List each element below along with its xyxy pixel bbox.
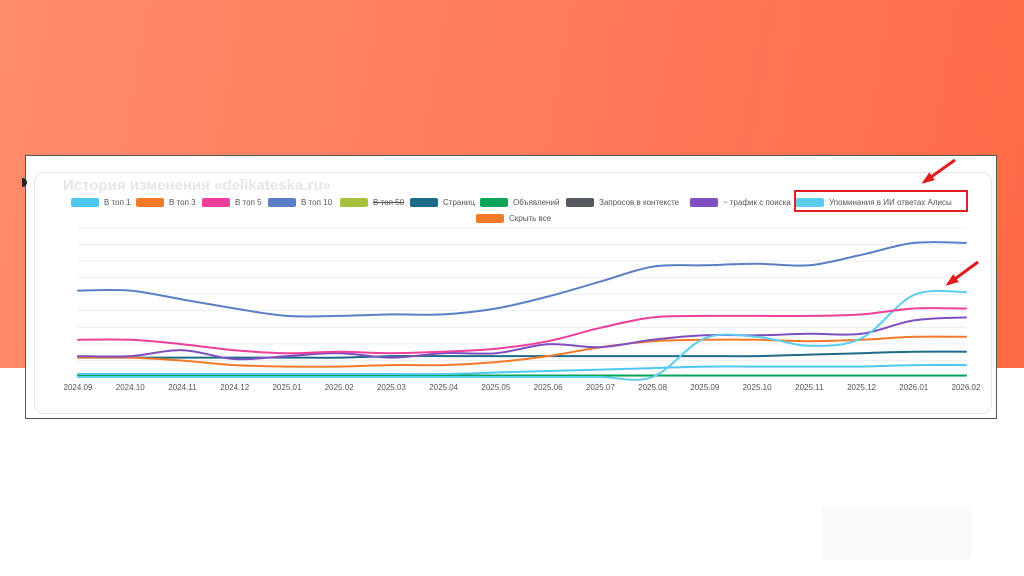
x-tick-label: 2025.02 <box>325 383 354 392</box>
x-tick-label: 2025.05 <box>481 383 510 392</box>
x-tick-label: 2026.01 <box>899 383 928 392</box>
series-line <box>77 241 967 318</box>
x-tick-label: 2025.10 <box>743 383 772 392</box>
x-tick-label: 2025.01 <box>272 383 301 392</box>
x-tick-label: 2025.11 <box>795 383 824 392</box>
line-chart: 2024.09 2024.10 2024.11 2024.12 2025.01 2025.… <box>64 158 981 392</box>
x-tick-label: 2025.03 <box>377 383 406 392</box>
x-tick-label: 2024.12 <box>220 383 249 392</box>
x-tick-label: 2025.07 <box>586 383 615 392</box>
x-tick-label: 2024.10 <box>116 383 145 392</box>
x-tick-label: 2024.09 <box>64 383 93 392</box>
series-line <box>77 335 967 368</box>
x-tick-label: 2026.02 <box>952 383 981 392</box>
x-tick-label: 2025.04 <box>429 383 458 392</box>
x-tick-label: 2025.08 <box>638 383 667 392</box>
x-tick-label: 2024.11 <box>168 383 197 392</box>
x-tick-label: 2025.06 <box>534 383 563 392</box>
series-line <box>77 363 967 376</box>
x-tick-label: 2025.12 <box>847 383 876 392</box>
x-tick-label: 2025.09 <box>690 383 719 392</box>
